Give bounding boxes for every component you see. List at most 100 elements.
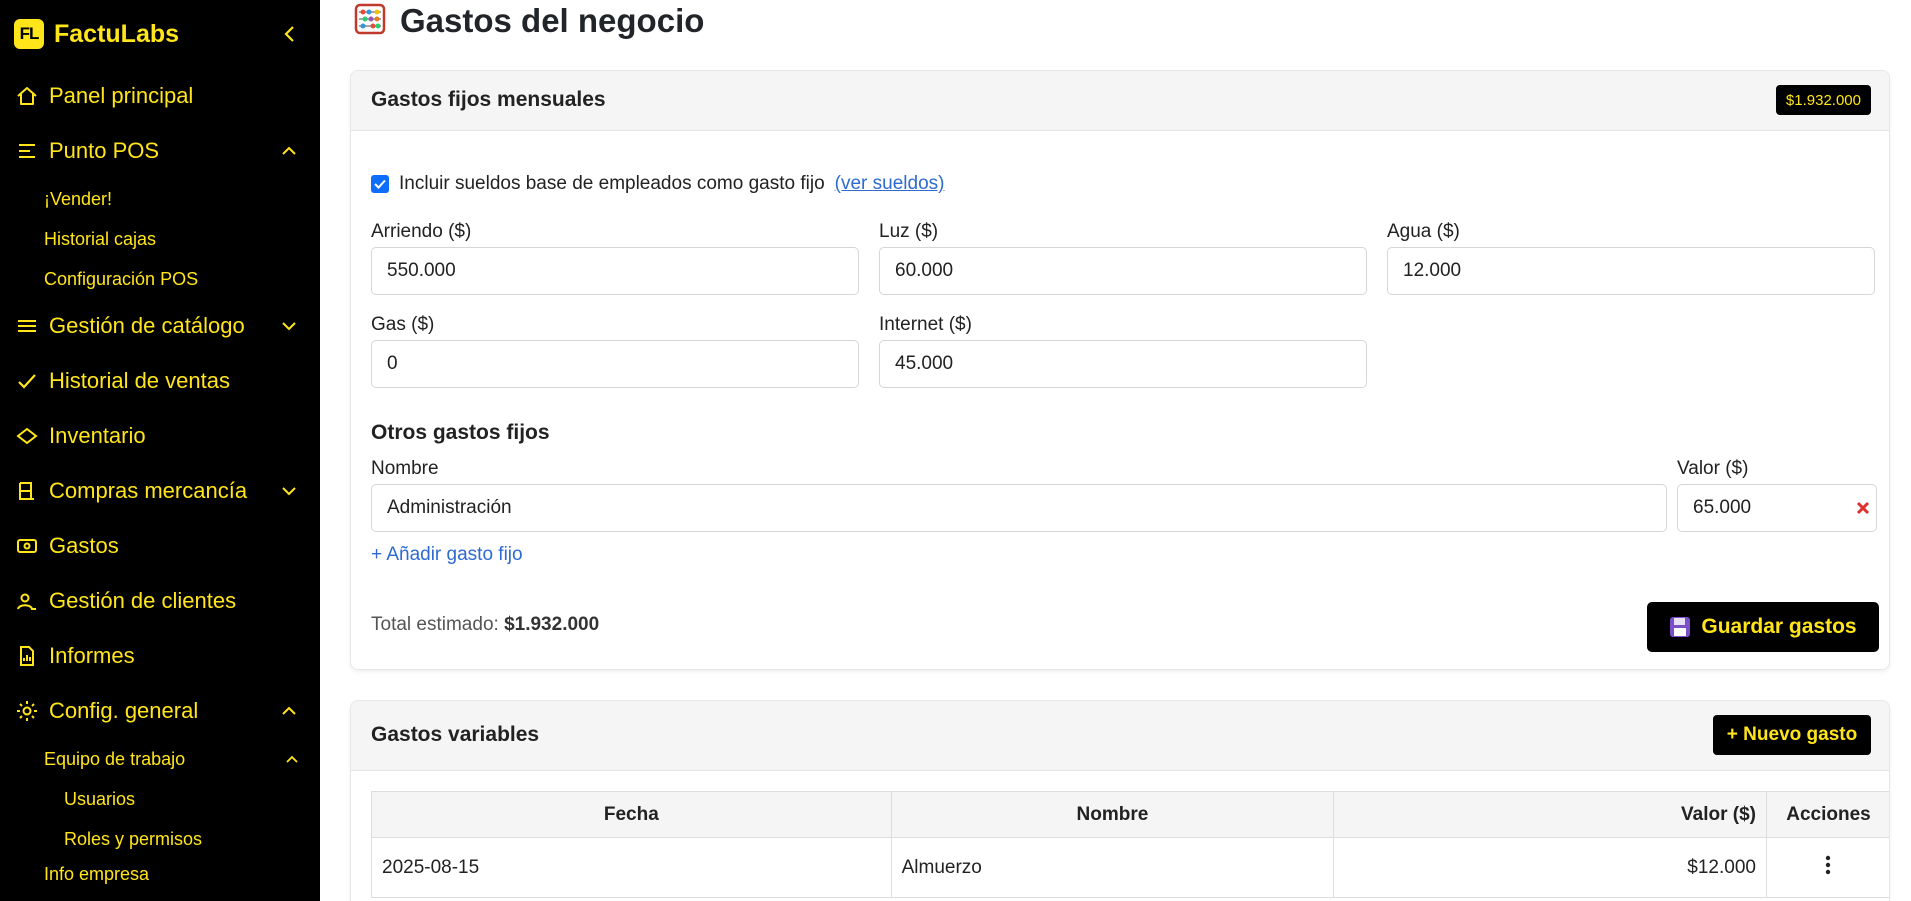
clients-icon	[16, 590, 38, 612]
sidebar-item-historial-ventas[interactable]: Historial de ventas	[0, 361, 320, 401]
sidebar: FL FactuLabs Panel principal Punto POS ¡…	[0, 0, 320, 901]
power-label: Luz ($)	[879, 221, 939, 242]
column-header-nombre[interactable]: Nombre	[890, 791, 1335, 838]
gas-input[interactable]: 0	[371, 340, 859, 388]
sidebar-subitem-label: Roles y permisos	[64, 828, 203, 849]
sidebar-subitem-config-pos[interactable]: Configuración POS	[0, 263, 320, 295]
fixed-expenses-card: Gastos fijos mensuales $1.932.000 Inclui…	[350, 70, 1890, 670]
sidebar-subitem-label: Historial cajas	[44, 228, 157, 249]
cart-icon	[16, 480, 38, 502]
total-value: $1.932.000	[504, 614, 600, 635]
new-expense-button[interactable]: + Nuevo gasto	[1713, 715, 1871, 755]
sidebar-item-label: Gestión de clientes	[49, 588, 237, 613]
see-salaries-link[interactable]: (ver sueldos)	[835, 173, 945, 195]
sidebar-item-config[interactable]: Config. general	[0, 691, 320, 731]
sidebar-item-compras[interactable]: Compras mercancía	[0, 471, 320, 511]
remove-other-button[interactable]	[1854, 499, 1872, 517]
sidebar-subitem-label: Configuración POS	[44, 268, 199, 289]
sidebar-item-label: Gastos	[49, 533, 119, 558]
check-icon	[16, 370, 38, 392]
close-icon	[1856, 501, 1870, 515]
chevron-left-icon	[284, 26, 294, 42]
sidebar-subitem-historial-cajas[interactable]: Historial cajas	[0, 223, 320, 255]
variable-expenses-table: Fecha Nombre Valor ($) Acciones 2025-08-…	[371, 791, 1889, 898]
sidebar-item-label: Compras mercancía	[49, 478, 248, 503]
table-row: 2025-08-15 Almuerzo $12.000	[371, 837, 1889, 898]
sidebar-item-inventario[interactable]: Inventario	[0, 416, 320, 456]
sidebar-subitem-info-empresa[interactable]: Info empresa	[0, 858, 320, 890]
page-title: Gastos del negocio	[400, 2, 705, 39]
collapse-sidebar-button[interactable]	[278, 20, 300, 48]
other-name-label: Nombre	[371, 458, 439, 479]
power-input[interactable]: 60.000	[879, 247, 1367, 295]
card-header: Gastos fijos mensuales $1.932.000	[351, 71, 1889, 131]
chevron-up-icon	[280, 702, 298, 720]
add-fixed-expense-link[interactable]: + Añadir gasto fijo	[371, 544, 523, 566]
save-label: Guardar gastos	[1701, 615, 1857, 638]
cash-icon	[16, 535, 38, 557]
internet-label: Internet ($)	[879, 314, 972, 335]
cell-date: 2025-08-15	[371, 837, 892, 898]
card-title: Gastos variables	[371, 723, 540, 746]
sidebar-subitem-label: ¡Vender!	[44, 188, 113, 209]
sidebar-subitem-label: Info empresa	[44, 863, 150, 884]
other-fixed-title: Otros gastos fijos	[371, 421, 550, 444]
sidebar-item-label: Punto POS	[49, 138, 160, 163]
sidebar-item-panel[interactable]: Panel principal	[0, 76, 320, 116]
total-label: Total estimado:	[371, 614, 499, 635]
sidebar-subitem-usuarios[interactable]: Usuarios	[0, 783, 320, 815]
main-content: Gastos del negocio Gastos fijos mensuale…	[320, 0, 1911, 901]
report-icon	[16, 645, 38, 667]
sidebar-item-label: Inventario	[49, 423, 146, 448]
chevron-up-icon	[280, 142, 298, 160]
gas-label: Gas ($)	[371, 314, 435, 335]
brand-name: FactuLabs	[54, 19, 180, 48]
card-header: Gastos variables + Nuevo gasto	[351, 701, 1889, 771]
other-value-input[interactable]: 65.000	[1677, 484, 1877, 532]
page-header: Gastos del negocio	[354, 0, 704, 42]
sidebar-item-catalogo[interactable]: Gestión de catálogo	[0, 306, 320, 346]
checkmark-icon	[374, 179, 386, 189]
sidebar-subitem-equipo[interactable]: Equipo de trabajo	[0, 743, 320, 775]
sidebar-item-gastos[interactable]: Gastos	[0, 526, 320, 566]
save-expenses-button[interactable]: Guardar gastos	[1647, 602, 1879, 652]
chevron-up-icon	[283, 750, 301, 768]
other-value-label: Valor ($)	[1677, 458, 1749, 479]
floppy-disk-icon	[1670, 617, 1691, 637]
card-title: Gastos fijos mensuales	[371, 88, 606, 111]
cell-value: $12.000	[1333, 837, 1767, 898]
sidebar-subitem-roles[interactable]: Roles y permisos	[0, 823, 320, 855]
include-salaries-label[interactable]: Incluir sueldos base de empleados como g…	[399, 173, 825, 195]
pos-icon	[16, 140, 38, 162]
sidebar-item-label: Historial de ventas	[49, 368, 230, 393]
rent-input[interactable]: 550.000	[371, 247, 859, 295]
sidebar-item-informes[interactable]: Informes	[0, 636, 320, 676]
sidebar-item-label: Gestión de catálogo	[49, 313, 245, 338]
total-estimate: Total estimado: $1.932.000	[371, 614, 599, 636]
water-input[interactable]: 12.000	[1387, 247, 1875, 295]
column-header-fecha[interactable]: Fecha	[371, 791, 892, 838]
brand[interactable]: FL FactuLabs	[14, 18, 179, 50]
sidebar-subitem-label: Equipo de trabajo	[44, 748, 186, 769]
brand-logo: FL	[14, 19, 44, 49]
abacus-icon	[354, 3, 386, 40]
home-icon	[16, 85, 38, 107]
variable-expenses-card: Gastos variables + Nuevo gasto Fecha Nom…	[350, 700, 1890, 901]
include-salaries-checkbox[interactable]	[371, 175, 389, 193]
rent-label: Arriendo ($)	[371, 221, 472, 242]
row-actions-button[interactable]	[1765, 837, 1889, 898]
sidebar-item-pos[interactable]: Punto POS	[0, 131, 320, 171]
sidebar-subitem-vender[interactable]: ¡Vender!	[0, 183, 320, 215]
sidebar-item-clientes[interactable]: Gestión de clientes	[0, 581, 320, 621]
column-header-acciones: Acciones	[1765, 791, 1889, 838]
more-vertical-icon	[1826, 855, 1831, 874]
internet-input[interactable]: 45.000	[879, 340, 1367, 388]
cell-name: Almuerzo	[890, 837, 1335, 898]
sidebar-item-label: Panel principal	[49, 83, 194, 108]
other-name-input[interactable]: Administración	[371, 484, 1667, 532]
diamond-icon	[16, 425, 38, 447]
table-header-row: Fecha Nombre Valor ($) Acciones	[371, 791, 1889, 838]
include-salaries-row: Incluir sueldos base de empleados como g…	[371, 173, 944, 195]
column-header-valor[interactable]: Valor ($)	[1333, 791, 1767, 838]
settings-icon	[16, 700, 38, 722]
